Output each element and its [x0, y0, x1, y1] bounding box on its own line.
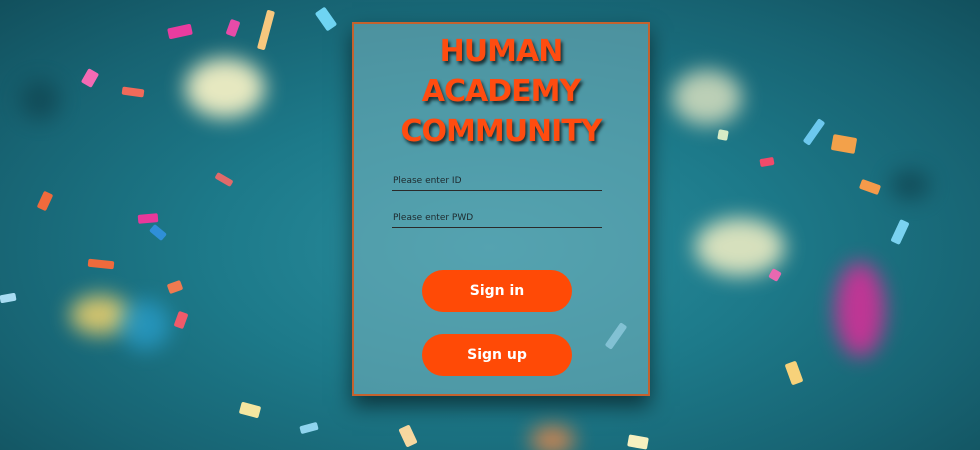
confetti-piece	[398, 424, 418, 448]
confetti-piece	[784, 360, 804, 386]
bokeh-blob	[185, 58, 265, 118]
confetti-piece	[299, 421, 319, 435]
bokeh-blob	[120, 300, 170, 350]
confetti-piece	[802, 118, 826, 146]
confetti-piece	[314, 6, 338, 32]
confetti-piece	[256, 9, 276, 51]
bokeh-blob	[835, 262, 885, 357]
confetti-piece	[830, 134, 858, 154]
title-line-1: HUMAN	[439, 34, 564, 69]
confetti-piece	[890, 219, 910, 245]
bokeh-blob	[530, 425, 575, 450]
confetti-piece	[759, 156, 775, 168]
pwd-field-wrapper	[392, 205, 603, 228]
confetti-piece	[858, 178, 882, 196]
login-card: HUMAN ACADEMY COMMUNITY Sign in Sign up	[352, 22, 650, 396]
app-title: HUMAN ACADEMY COMMUNITY	[354, 32, 648, 152]
bokeh-blob	[672, 70, 742, 125]
sign-in-button[interactable]: Sign in	[422, 270, 572, 312]
confetti-piece	[137, 213, 159, 224]
confetti-piece	[0, 292, 17, 304]
confetti-piece	[167, 23, 193, 40]
title-line-3: COMMUNITY	[400, 114, 602, 149]
bokeh-blob	[695, 218, 785, 276]
confetti-piece	[768, 268, 782, 282]
confetti-piece	[225, 18, 241, 38]
sign-up-button[interactable]: Sign up	[422, 334, 572, 376]
bokeh-blob	[890, 170, 930, 200]
confetti-piece	[627, 434, 649, 450]
confetti-piece	[214, 171, 234, 188]
confetti-piece	[121, 86, 145, 98]
confetti-piece	[166, 279, 184, 295]
bokeh-blob	[20, 80, 60, 120]
confetti-piece	[173, 310, 189, 330]
confetti-piece	[87, 258, 115, 270]
confetti-piece	[80, 68, 100, 88]
confetti-piece	[148, 223, 168, 242]
confetti-piece	[238, 401, 262, 419]
confetti-piece	[36, 190, 54, 212]
title-line-2: ACADEMY	[421, 74, 581, 109]
id-input[interactable]	[392, 176, 603, 186]
confetti-piece	[717, 129, 729, 141]
id-field-wrapper	[392, 168, 603, 191]
password-input[interactable]	[392, 213, 603, 223]
